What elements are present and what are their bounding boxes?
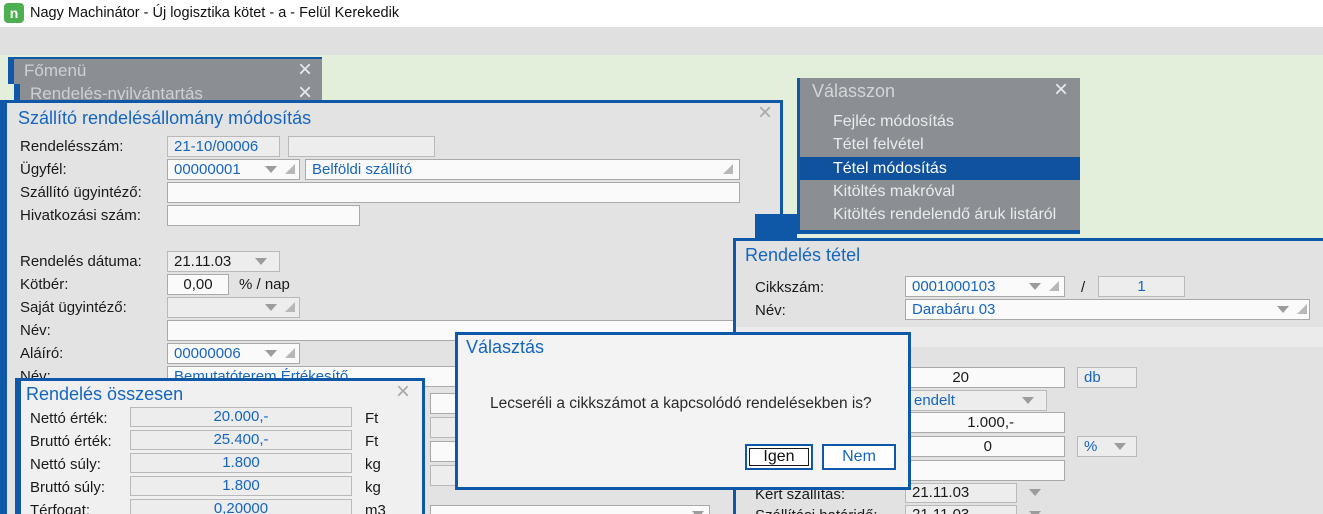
szallito-ugyintezo-field[interactable] bbox=[167, 182, 740, 203]
ugyfel-dropdown-icon[interactable] bbox=[265, 166, 277, 173]
brutto-suly-label: Bruttó súly: bbox=[30, 479, 106, 496]
window-fomenu[interactable]: Főmenü bbox=[8, 57, 322, 84]
app-title: Nagy Machinátor - Új logisztika kötet - … bbox=[30, 5, 400, 21]
hidden-field-5[interactable] bbox=[430, 505, 710, 514]
brutto-ertek-field: 25.400,- bbox=[130, 430, 352, 450]
kert-szallitas-dropdown-icon[interactable] bbox=[1029, 489, 1041, 496]
osszesen-close-icon[interactable] bbox=[396, 384, 414, 402]
sajat-ugyintezo-resize-icon[interactable] bbox=[285, 302, 295, 312]
qty-unit-box: db bbox=[1077, 367, 1137, 388]
dialog-title: Választás bbox=[466, 337, 545, 357]
tetel-window-title: Rendelés tétel bbox=[745, 245, 861, 265]
netto-ertek-field: 20.000,- bbox=[130, 407, 352, 427]
window-corner-fragment bbox=[755, 214, 797, 240]
cikkszam-label: Cikkszám: bbox=[755, 279, 825, 296]
cikkszam-dropdown-icon[interactable] bbox=[1029, 283, 1041, 290]
cikkszam-separator: / bbox=[1081, 279, 1086, 296]
terfogat-label: Térfogat: bbox=[30, 502, 91, 514]
brutto-suly-unit: kg bbox=[365, 479, 381, 496]
szallito-window-title: Szállító rendelésállomány módosítás bbox=[18, 108, 312, 128]
yes-button[interactable]: Igen bbox=[745, 444, 813, 470]
ugyfel-code-combobox[interactable]: 00000001 bbox=[167, 159, 300, 180]
szallitasi-hatarido-label: Szállítási határidő: bbox=[755, 507, 878, 514]
ugyfel-name-field[interactable]: Belföldi szállító bbox=[305, 159, 740, 180]
nev-label: Név: bbox=[20, 322, 51, 339]
alairo-resize-icon[interactable] bbox=[285, 348, 295, 358]
alairo-combobox[interactable]: 00000006 bbox=[167, 343, 300, 364]
szallito-ugyintezo-label: Szállító ügyintéző: bbox=[20, 184, 142, 201]
status-dropdown-icon[interactable] bbox=[1022, 397, 1034, 404]
netto-ertek-unit: Ft bbox=[365, 410, 379, 427]
menu-item-tetel-modositas[interactable]: Tétel módosítás bbox=[800, 157, 1080, 180]
no-button[interactable]: Nem bbox=[822, 444, 896, 470]
dialog-valasztas: Választás Lecseréli a cikkszámot a kapcs… bbox=[455, 332, 911, 490]
brutto-ertek-label: Bruttó érték: bbox=[30, 433, 112, 450]
menu-item-kitoltes-makroval[interactable]: Kitöltés makróval bbox=[800, 180, 1080, 203]
rendeles-datuma-dropdown-icon[interactable] bbox=[255, 258, 267, 265]
application-screen: n Nagy Machinátor - Új logisztika kötet … bbox=[0, 0, 1323, 514]
kotber-label: Kötbér: bbox=[20, 276, 69, 293]
ugyfel-label: Ügyfél: bbox=[20, 161, 67, 178]
osszesen-window-title: Rendelés összesen bbox=[26, 384, 184, 404]
terfogat-unit: m3 bbox=[365, 502, 386, 514]
discount-unit-combobox[interactable]: % bbox=[1077, 436, 1137, 457]
cikkszam-resize-icon[interactable] bbox=[1049, 281, 1059, 291]
tetel-nev-label: Név: bbox=[755, 302, 786, 319]
window-rendeles-osszesen: Rendelés összesen Nettó érték: 20.000,- … bbox=[15, 378, 425, 514]
terfogat-field: 0,20000 bbox=[130, 499, 352, 514]
tetel-nev-dropdown-icon[interactable] bbox=[1277, 306, 1289, 313]
ugyfel-resize-icon[interactable] bbox=[285, 164, 295, 174]
menu-item-kitoltes-listarol[interactable]: Kitöltés rendelendő áruk listáról bbox=[800, 203, 1080, 226]
ugyfel-name-resize-icon[interactable] bbox=[723, 164, 733, 174]
app-logo-icon: n bbox=[4, 3, 24, 23]
sajat-ugyintezo-dropdown-icon[interactable] bbox=[265, 304, 277, 311]
yes-button-label: Igen bbox=[749, 448, 809, 466]
rendelesszam-label: Rendelésszám: bbox=[20, 138, 124, 155]
cikkszam-index-field[interactable]: 1 bbox=[1098, 276, 1185, 297]
menu-item-tetel-felvetel[interactable]: Tétel felvétel bbox=[800, 133, 1080, 156]
menu-item-fejlec-modositas[interactable]: Fejléc módosítás bbox=[800, 110, 1080, 133]
alairo-dropdown-icon[interactable] bbox=[265, 350, 277, 357]
tetel-nev-field[interactable]: Darabáru 03 bbox=[905, 299, 1310, 320]
valasszon-close-icon[interactable] bbox=[1054, 82, 1072, 100]
hivatkozasi-label: Hivatkozási szám: bbox=[20, 207, 141, 224]
valasszon-title: Válasszon bbox=[812, 81, 896, 101]
cikkszam-combobox[interactable]: 0001000103 bbox=[905, 276, 1065, 297]
netto-suly-field: 1.800 bbox=[130, 453, 352, 473]
app-titlebar: n Nagy Machinátor - Új logisztika kötet … bbox=[0, 0, 1323, 28]
sajat-ugyintezo-combobox[interactable] bbox=[167, 297, 300, 318]
szallito-close-icon[interactable] bbox=[758, 105, 776, 123]
app-toolbar bbox=[0, 27, 1323, 56]
status-value: endelt bbox=[914, 392, 955, 409]
fomenu-title: Főmenü bbox=[24, 61, 87, 80]
sajat-ugyintezo-label: Saját ügyintéző: bbox=[20, 299, 127, 316]
szallitasi-hatarido-combobox[interactable]: 21.11.03 bbox=[905, 505, 1017, 514]
fomenu-close-icon[interactable] bbox=[298, 62, 316, 80]
rendelesszam-field[interactable]: 21-10/00006 bbox=[167, 136, 280, 157]
rendeles-datuma-label: Rendelés dátuma: bbox=[20, 253, 142, 270]
kotber-field[interactable]: 0,00 bbox=[167, 274, 229, 295]
window-valasszon: Válasszon Fejléc módosítás Tétel felvéte… bbox=[797, 78, 1080, 234]
brutto-suly-field: 1.800 bbox=[130, 476, 352, 496]
kotber-unit: % / nap bbox=[239, 276, 290, 293]
alairo-label: Aláíró: bbox=[20, 345, 64, 362]
tetel-nev-resize-icon[interactable] bbox=[1297, 304, 1307, 314]
netto-ertek-label: Nettó érték: bbox=[30, 410, 108, 427]
netto-suly-label: Nettó súly: bbox=[30, 456, 101, 473]
netto-suly-unit: kg bbox=[365, 456, 381, 473]
dialog-message: Lecseréli a cikkszámot a kapcsolódó rend… bbox=[490, 395, 872, 412]
kert-szallitas-combobox[interactable]: 21.11.03 bbox=[905, 483, 1017, 503]
discount-unit-dropdown-icon[interactable] bbox=[1114, 443, 1126, 450]
rendelesszam-field-2[interactable] bbox=[288, 136, 435, 157]
brutto-ertek-unit: Ft bbox=[365, 433, 379, 450]
hivatkozasi-field[interactable] bbox=[167, 205, 360, 226]
